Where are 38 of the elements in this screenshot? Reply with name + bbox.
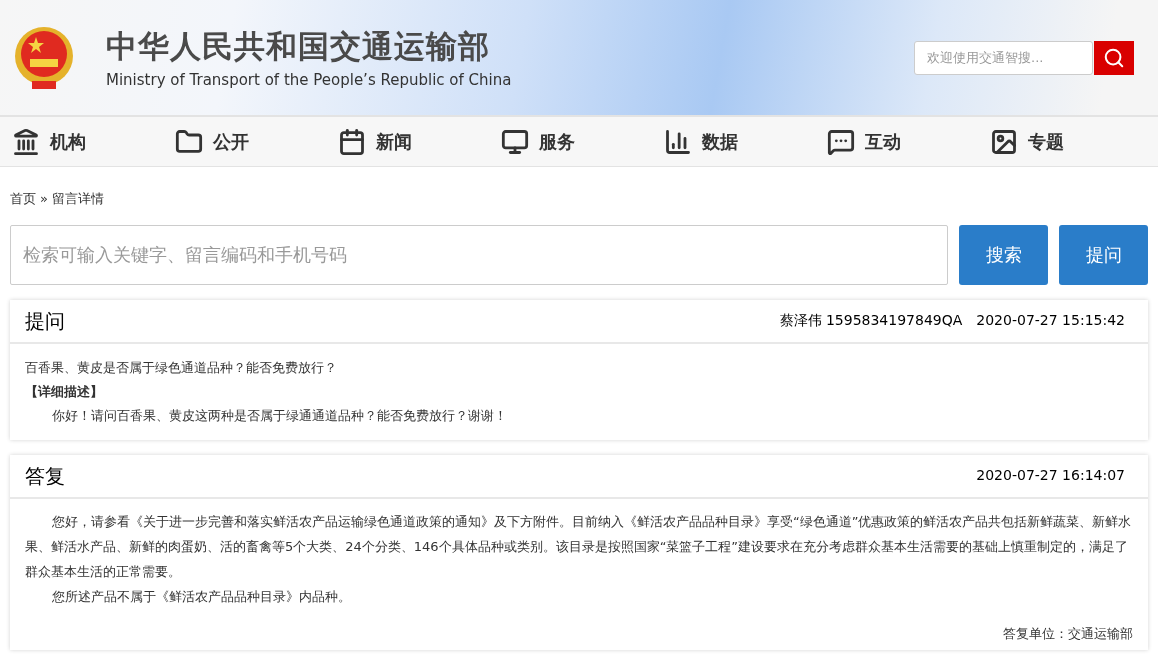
folder-icon <box>175 127 203 156</box>
nav-link[interactable]: 专题 <box>990 127 1153 156</box>
message-search-field[interactable]: 检索可输入关键字、留言编码和手机号码 <box>10 224 948 285</box>
answer-time: 2020-07-27 16:14:07 <box>976 466 1125 485</box>
search-icon <box>1103 46 1125 69</box>
picture-icon <box>990 127 1018 156</box>
calendar-icon <box>338 127 366 156</box>
site-search-field[interactable]: 欢迎使用交通智搜... <box>914 40 1093 75</box>
nav-link[interactable]: 公开 <box>175 127 338 156</box>
question-subject: 百香果、黄皮是否属于绿色通道品种？能否免费放行？ <box>25 358 338 377</box>
nav-link[interactable]: 机构 <box>12 127 175 156</box>
monitor-icon <box>501 127 529 156</box>
chat-bubble-icon <box>827 127 855 156</box>
detail-label: 【详细描述】 <box>25 382 104 401</box>
site-title: 中华人民共和国交通运输部 <box>106 26 491 66</box>
answer-paragraph: 您好，请参看《关于进一步完善和落实鲜活农产品运输绿色通道政策的通知》及下方附件。目前纳入《鲜活农产品品种目录》享受“绿色通道”优惠政策的鲜活农产品共包括新鲜蔬菜、新鲜水果、鲜活水产品、新鲜的肉蛋奶、活的畜禽等5个大类、24个分类、146个具体品种或类别。该目录是按照国家“菜篮子工程”建设要求在充分考虑群众基本生活需要的基础上慎重制定的，满足了群众基本生活的正常需要。 <box>25 512 1133 581</box>
emblem-drawing <box>12 24 76 91</box>
card-title: 答复 <box>25 462 65 490</box>
question-author: 蔡泽伟 <box>779 311 822 330</box>
answer-unit: 答复单位：交通运输部 <box>1003 624 1133 643</box>
bar-chart-icon <box>664 127 692 156</box>
site-subtitle: Ministry of Transport of the People’s Republic of China <box>106 69 512 90</box>
nav-link[interactable]: 互动 <box>827 127 990 156</box>
nav-link[interactable]: 数据 <box>664 127 827 156</box>
question-detail: 你好！请问百香果、黄皮这两种是否属于绿通通道品种？能否免费放行？谢谢！ <box>51 406 508 425</box>
nav-link[interactable]: 服务 <box>501 127 664 156</box>
card-title: 提问 <box>25 307 65 335</box>
answer-paragraph: 您所述产品不属于《鲜活农产品品种目录》内品种。 <box>51 587 352 606</box>
ask-button[interactable]: 提问 <box>1059 224 1148 285</box>
breadcrumb-separator: » <box>40 190 48 208</box>
breadcrumb-link[interactable]: 首页 <box>10 189 36 209</box>
search-button[interactable] <box>1094 40 1134 75</box>
nav-link[interactable]: 新闻 <box>338 127 501 156</box>
building-icon <box>12 127 40 156</box>
search-submit-button[interactable]: 搜索 <box>959 224 1048 285</box>
question-time: 2020-07-27 15:15:42 <box>976 311 1125 330</box>
breadcrumb-current: 留言详情 <box>51 190 104 208</box>
question-code: 1595834197849QA <box>825 311 963 330</box>
